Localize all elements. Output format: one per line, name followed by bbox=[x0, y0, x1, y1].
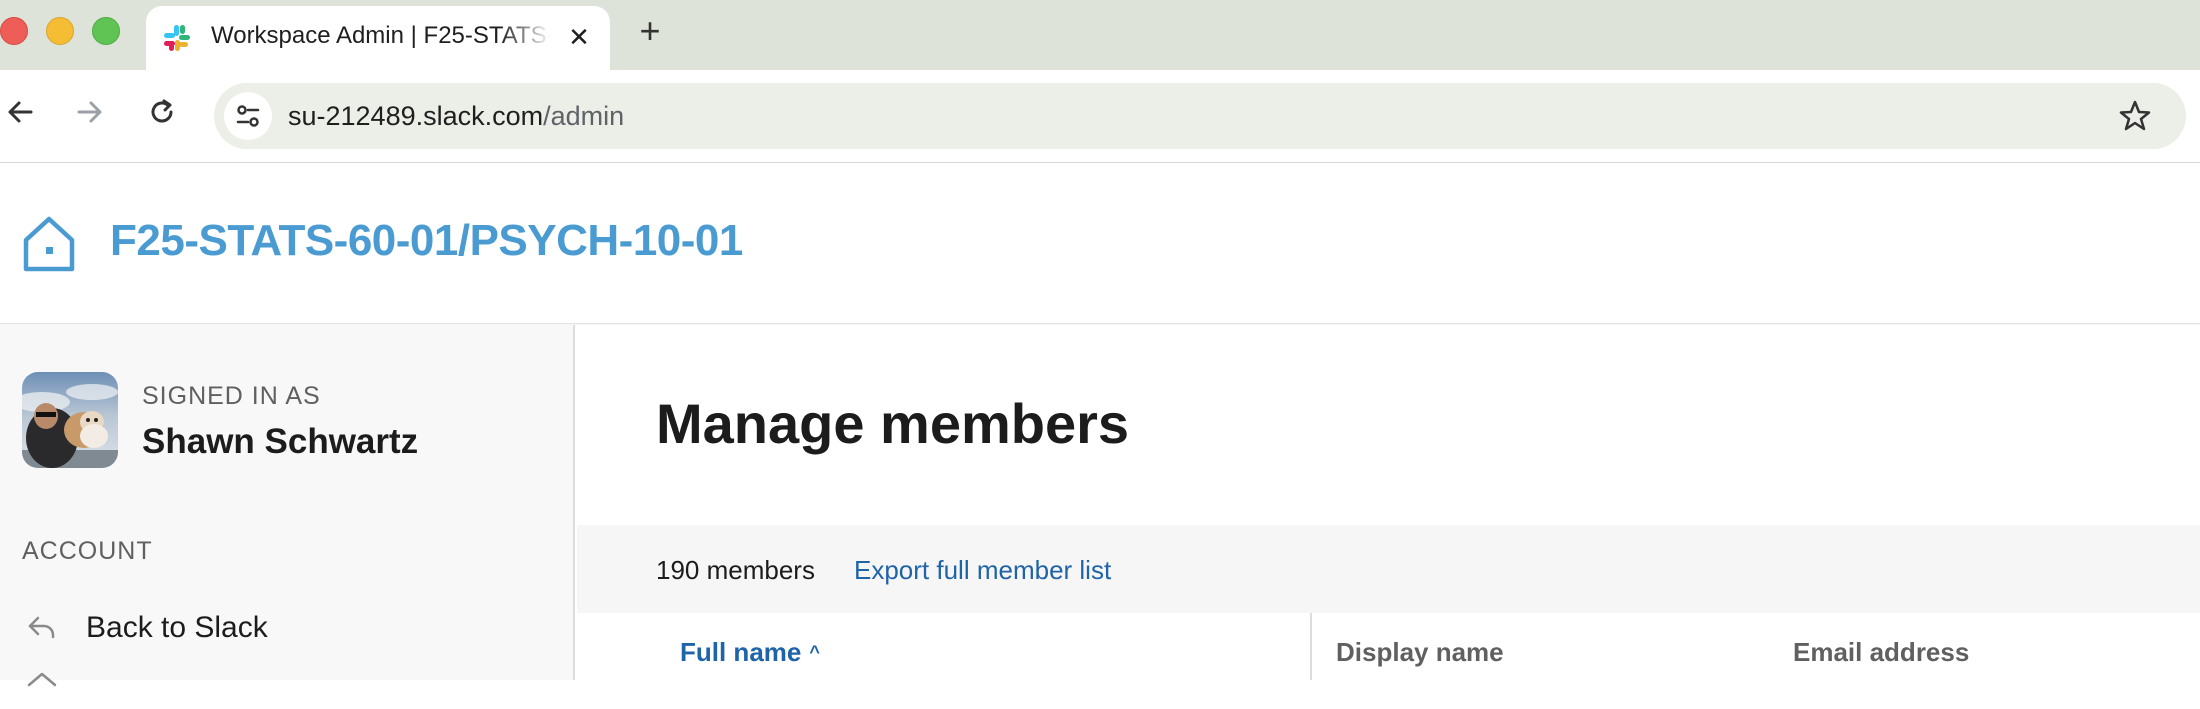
member-count: 190 members bbox=[656, 555, 815, 585]
bookmark-star-icon[interactable] bbox=[2118, 99, 2152, 133]
admin-sidebar: SIGNED IN AS Shawn Schwartz ACCOUNT Back… bbox=[0, 325, 575, 687]
members-table-header: Full name ^ Display name Email address bbox=[577, 613, 2200, 680]
workspace-header: F25-STATS-60-01/PSYCH-10-01 bbox=[0, 164, 2200, 324]
site-info-button[interactable] bbox=[224, 92, 272, 140]
reload-button[interactable] bbox=[142, 92, 182, 132]
back-reply-arrow-icon bbox=[28, 616, 55, 639]
home-icon[interactable] bbox=[20, 214, 78, 274]
forward-arrow-icon bbox=[77, 101, 102, 123]
column-header-full-name[interactable]: Full name ^ bbox=[680, 637, 820, 668]
reload-icon bbox=[151, 99, 173, 123]
user-name: Shawn Schwartz bbox=[142, 422, 419, 461]
avatar[interactable] bbox=[22, 372, 118, 468]
sidebar-item-home[interactable] bbox=[22, 665, 562, 709]
url-host: su-212489.slack.com bbox=[288, 101, 544, 131]
sort-ascending-icon: ^ bbox=[809, 642, 820, 662]
signed-in-label: SIGNED IN AS bbox=[142, 382, 321, 410]
column-label: Full name bbox=[680, 637, 802, 667]
address-bar[interactable]: su-212489.slack.com/admin bbox=[214, 83, 2186, 149]
browser-tab-strip: Workspace Admin | F25-STATS-60-01/PSYCH-… bbox=[0, 0, 2200, 70]
forward-button[interactable] bbox=[70, 92, 110, 132]
site-info-icon bbox=[236, 105, 260, 127]
tab-close-icon[interactable]: ✕ bbox=[564, 22, 594, 52]
column-header-display-name[interactable]: Display name bbox=[1336, 637, 1504, 668]
user-photo bbox=[22, 372, 118, 468]
workspace-name-link[interactable]: F25-STATS-60-01/PSYCH-10-01 bbox=[110, 216, 743, 266]
column-header-email-address[interactable]: Email address bbox=[1793, 637, 1969, 668]
sidebar-item-label: Back to Slack bbox=[86, 611, 268, 644]
browser-tab-active[interactable]: Workspace Admin | F25-STATS-60-01/PSYCH-… bbox=[146, 6, 610, 70]
main-content: Manage members 190 members Export full m… bbox=[577, 325, 2200, 680]
window-close-button[interactable] bbox=[0, 17, 28, 45]
back-arrow-icon bbox=[8, 101, 33, 123]
column-divider bbox=[1310, 613, 1312, 680]
home-icon bbox=[27, 672, 57, 687]
window-minimize-button[interactable] bbox=[46, 17, 74, 45]
url-text: su-212489.slack.com/admin bbox=[288, 101, 624, 132]
url-path: /admin bbox=[543, 101, 625, 131]
new-tab-button[interactable]: + bbox=[632, 13, 668, 50]
back-button[interactable] bbox=[0, 92, 40, 132]
page-title: Manage members bbox=[656, 392, 1130, 455]
members-summary-bar: 190 members Export full member list bbox=[577, 525, 2200, 613]
account-section-label: ACCOUNT bbox=[22, 537, 153, 565]
sidebar-item-back-to-slack[interactable]: Back to Slack bbox=[22, 605, 562, 649]
slack-logo-icon bbox=[164, 25, 190, 51]
tab-title: Workspace Admin | F25-STATS-60-01/PSYCH-… bbox=[211, 22, 551, 49]
export-member-list-link[interactable]: Export full member list bbox=[854, 555, 1111, 586]
browser-toolbar: su-212489.slack.com/admin bbox=[0, 70, 2200, 163]
window-zoom-button[interactable] bbox=[92, 17, 120, 45]
